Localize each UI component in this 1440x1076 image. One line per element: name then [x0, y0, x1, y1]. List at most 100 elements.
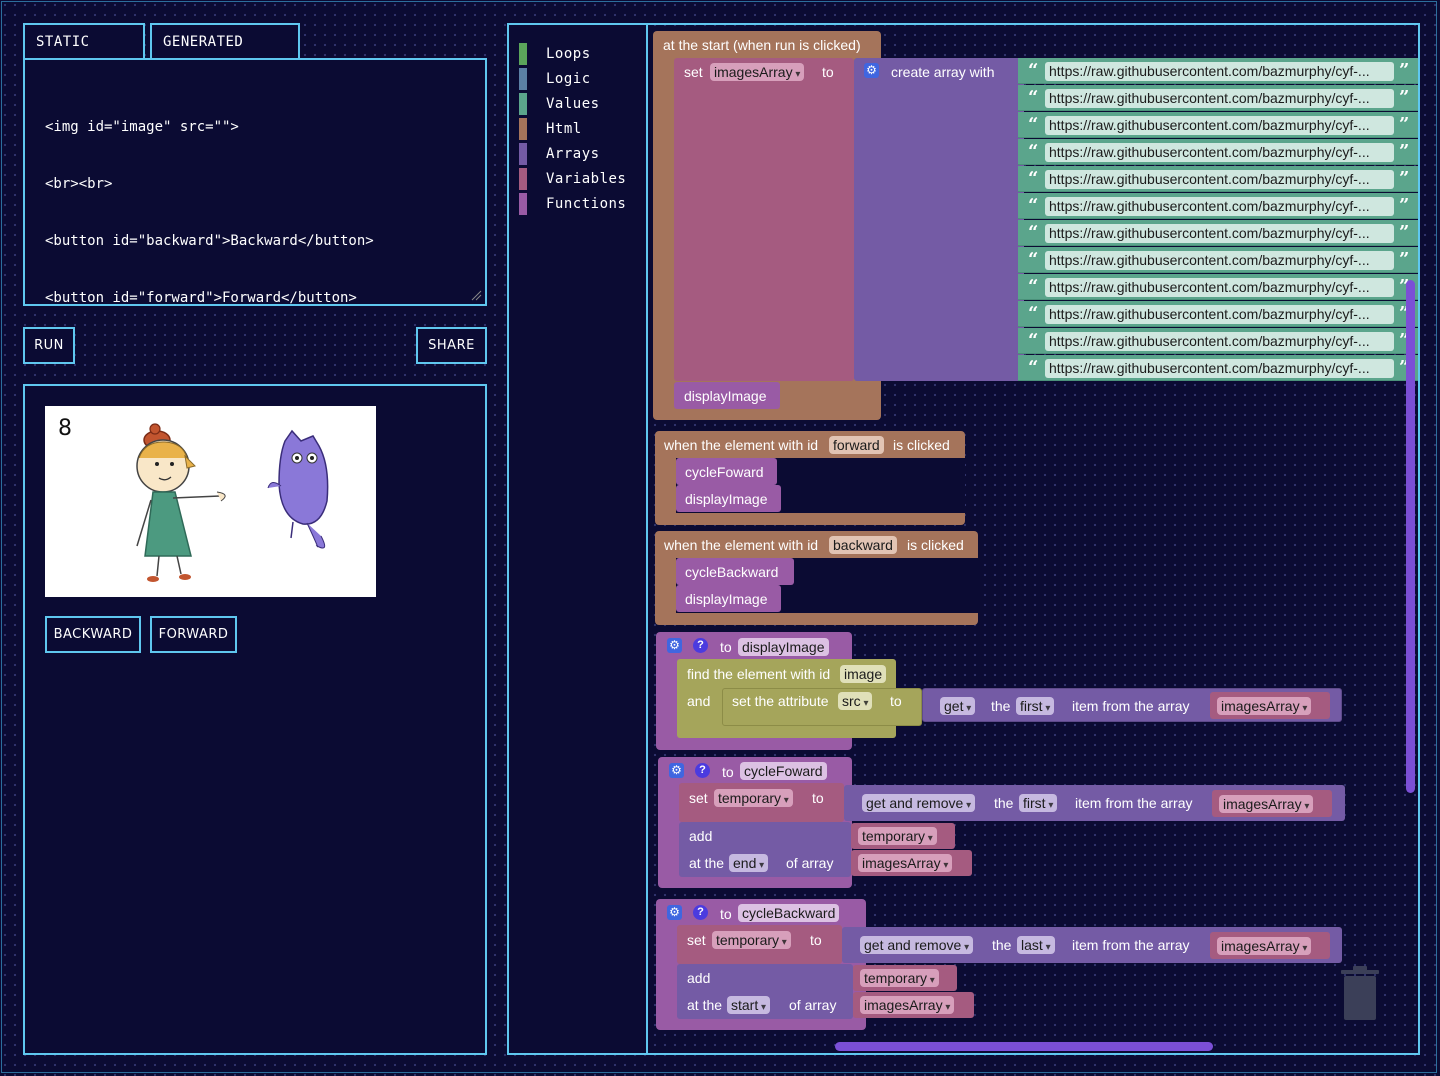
html-code[interactable]: <img id="image" src=""> <br><br> <button… [45, 80, 374, 327]
help-icon[interactable]: ? [695, 763, 710, 778]
toolbox-category-loops[interactable]: Loops [519, 43, 591, 65]
url-string-block[interactable]: “https://raw.githubusercontent.com/bazmu… [1018, 112, 1418, 138]
url-value[interactable]: https://raw.githubusercontent.com/bazmur… [1045, 143, 1394, 162]
help-icon[interactable]: ? [693, 638, 708, 653]
url-string-block[interactable]: “https://raw.githubusercontent.com/bazmu… [1018, 85, 1418, 111]
element-id-field[interactable]: image [840, 665, 887, 683]
tab-generated-code[interactable]: GENERATED CODE [150, 23, 300, 85]
handler-prefix: when the element with id [664, 537, 819, 553]
create-array-block[interactable] [854, 58, 1024, 381]
element-id-field[interactable]: forward [829, 436, 884, 454]
trash-icon[interactable] [1337, 964, 1383, 1022]
position-dropdown[interactable]: first [1019, 794, 1058, 812]
where-dropdown[interactable]: start [727, 996, 771, 1014]
variable-dropdown[interactable]: temporary [858, 827, 937, 845]
gear-icon[interactable]: ⚙ [667, 638, 682, 653]
variable-dropdown[interactable]: imagesArray [858, 854, 953, 872]
toolbox-category-logic[interactable]: Logic [519, 68, 591, 90]
category-label: Values [546, 96, 600, 112]
at-the-label: at the [687, 997, 723, 1013]
position-dropdown[interactable]: first [1016, 697, 1055, 715]
position-dropdown[interactable]: last [1017, 936, 1055, 954]
item-label: item from the array [1075, 795, 1193, 811]
variable-dropdown[interactable]: temporary [712, 931, 791, 949]
url-string-block[interactable]: “https://raw.githubusercontent.com/bazmu… [1018, 220, 1418, 246]
variable-dropdown[interactable]: imagesArray [1217, 937, 1312, 955]
url-value[interactable]: https://raw.githubusercontent.com/bazmur… [1045, 89, 1394, 108]
gear-icon[interactable]: ⚙ [667, 905, 682, 920]
to-label: to [822, 64, 834, 80]
toolbox-category-html[interactable]: Html [519, 118, 582, 140]
toolbox-category-values[interactable]: Values [519, 93, 600, 115]
gear-icon[interactable]: ⚙ [864, 63, 879, 78]
url-string-block[interactable]: “https://raw.githubusercontent.com/bazmu… [1018, 139, 1418, 165]
where-dropdown[interactable]: end [729, 854, 769, 872]
attribute-dropdown[interactable]: src [838, 692, 873, 710]
function-name-field[interactable]: cycleFoward [740, 762, 827, 780]
category-swatch [519, 68, 527, 90]
to-label: to [720, 906, 732, 922]
gear-icon[interactable]: ⚙ [669, 763, 684, 778]
code-line: <img id="image" src=""> [45, 119, 239, 135]
run-button[interactable]: RUN [23, 327, 75, 364]
the-label: the [991, 698, 1011, 714]
element-id-field[interactable]: backward [829, 536, 897, 554]
url-string-block[interactable]: “https://raw.githubusercontent.com/bazmu… [1018, 301, 1418, 327]
url-string-block[interactable]: “https://raw.githubusercontent.com/bazmu… [1018, 193, 1418, 219]
url-value[interactable]: https://raw.githubusercontent.com/bazmur… [1045, 332, 1394, 351]
call-label: cycleBackward [685, 564, 779, 580]
the-label: the [992, 937, 1012, 953]
code-line: <br><br> [45, 176, 113, 192]
tab-static-html[interactable]: STATIC HTML [23, 23, 145, 85]
horizontal-scrollbar[interactable] [835, 1042, 1213, 1051]
to-label: to [810, 932, 822, 948]
url-value[interactable]: https://raw.githubusercontent.com/bazmur… [1045, 305, 1394, 324]
forward-button[interactable]: FORWARD [150, 616, 237, 653]
url-value[interactable]: https://raw.githubusercontent.com/bazmur… [1045, 251, 1394, 270]
toolbox-category-variables[interactable]: Variables [519, 168, 626, 190]
resize-handle-icon[interactable] [470, 289, 482, 301]
url-value[interactable]: https://raw.githubusercontent.com/bazmur… [1045, 278, 1394, 297]
help-icon[interactable]: ? [693, 905, 708, 920]
category-swatch [519, 143, 527, 165]
get-remove-dropdown[interactable]: get and remove [860, 936, 974, 954]
category-swatch [519, 43, 527, 65]
variable-dropdown[interactable]: imagesArray [1217, 697, 1312, 715]
preview-image: 8 [45, 406, 376, 597]
url-string-block[interactable]: “https://raw.githubusercontent.com/bazmu… [1018, 328, 1418, 354]
variable-dropdown[interactable]: temporary [860, 969, 939, 987]
item-label: item from the array [1072, 698, 1190, 714]
url-string-block[interactable]: “https://raw.githubusercontent.com/bazmu… [1018, 355, 1418, 381]
url-value[interactable]: https://raw.githubusercontent.com/bazmur… [1045, 116, 1394, 135]
toolbox-category-functions[interactable]: Functions [519, 193, 626, 215]
handler-prefix: when the element with id [664, 437, 819, 453]
backward-button[interactable]: BACKWARD [45, 616, 141, 653]
url-value[interactable]: https://raw.githubusercontent.com/bazmur… [1045, 62, 1394, 81]
category-label: Logic [546, 71, 591, 87]
variable-dropdown[interactable]: imagesArray [710, 63, 805, 81]
url-string-block[interactable]: “https://raw.githubusercontent.com/bazmu… [1018, 58, 1418, 84]
variable-dropdown[interactable]: imagesArray [860, 996, 955, 1014]
function-name-field[interactable]: cycleBackward [738, 904, 840, 922]
set-images-array-block[interactable] [674, 58, 854, 381]
url-string-block[interactable]: “https://raw.githubusercontent.com/bazmu… [1018, 247, 1418, 273]
url-value[interactable]: https://raw.githubusercontent.com/bazmur… [1045, 197, 1394, 216]
url-value[interactable]: https://raw.githubusercontent.com/bazmur… [1045, 224, 1394, 243]
url-value[interactable]: https://raw.githubusercontent.com/bazmur… [1045, 359, 1394, 378]
toolbox-category-arrays[interactable]: Arrays [519, 143, 600, 165]
item-label: item from the array [1072, 937, 1190, 953]
vertical-scrollbar[interactable] [1406, 280, 1415, 793]
variable-dropdown[interactable]: imagesArray [1219, 795, 1314, 813]
url-string-block[interactable]: “https://raw.githubusercontent.com/bazmu… [1018, 274, 1418, 300]
start-block-header: at the start (when run is clicked) [663, 37, 861, 53]
get-dropdown[interactable]: get [940, 697, 976, 715]
function-name-field[interactable]: displayImage [738, 638, 829, 656]
category-label: Functions [546, 196, 627, 212]
url-value[interactable]: https://raw.githubusercontent.com/bazmur… [1045, 170, 1394, 189]
variable-dropdown[interactable]: temporary [714, 789, 793, 807]
share-button[interactable]: SHARE [416, 327, 487, 364]
url-string-block[interactable]: “https://raw.githubusercontent.com/bazmu… [1018, 166, 1418, 192]
add-label: add [689, 828, 713, 844]
get-remove-dropdown[interactable]: get and remove [862, 794, 976, 812]
to-label: to [720, 639, 732, 655]
